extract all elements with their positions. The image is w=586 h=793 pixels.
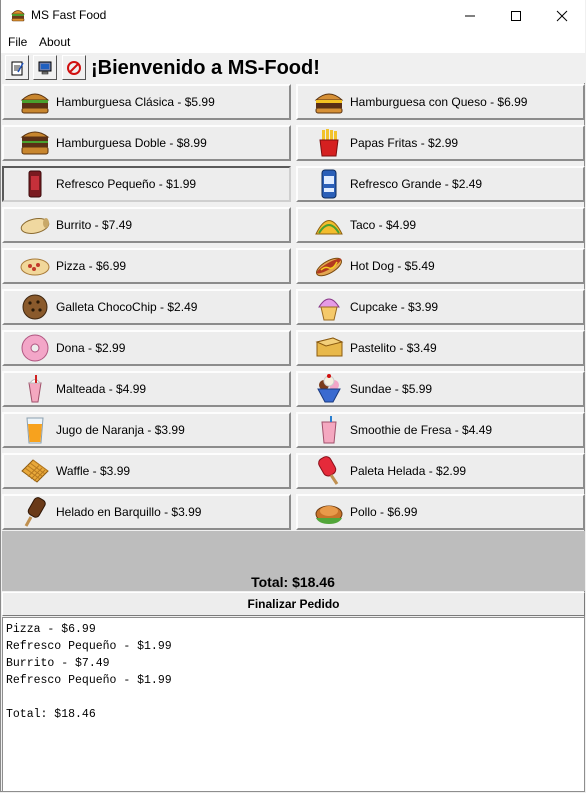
waffle-icon <box>18 455 52 487</box>
menu-item-button[interactable]: Burrito - $7.49 <box>2 207 291 243</box>
chicken-icon <box>312 496 346 528</box>
receipt-line: Pizza - $6.99 <box>6 623 96 636</box>
menu-item-button[interactable]: Jugo de Naranja - $3.99 <box>2 412 291 448</box>
receipt-line: Burrito - $7.49 <box>6 657 110 670</box>
finalize-order-button[interactable]: Finalizar Pedido <box>2 592 585 616</box>
receipt-line: Total: $18.46 <box>6 708 96 721</box>
menu-item-label: Waffle - $3.99 <box>56 464 131 478</box>
menu-item-label: Pizza - $6.99 <box>56 259 127 273</box>
notepad-icon <box>11 61 24 75</box>
receipt-line: Refresco Pequeño - $1.99 <box>6 640 172 653</box>
menu-item-label: Burrito - $7.49 <box>56 218 133 232</box>
menu-item-button[interactable]: Hamburguesa Doble - $8.99 <box>2 125 291 161</box>
double-burger-icon <box>18 127 52 159</box>
hotdog-icon <box>312 250 346 282</box>
menu-item-label: Pastelito - $3.49 <box>350 341 437 355</box>
menu-item-button[interactable]: Malteada - $4.99 <box>2 371 291 407</box>
welcome-title: ¡Bienvenido a MS-Food! <box>91 57 320 79</box>
cake-icon <box>312 332 346 364</box>
menu-item-button[interactable]: Paleta Helada - $2.99 <box>296 453 585 489</box>
menu-item-button[interactable]: Taco - $4.99 <box>296 207 585 243</box>
soda-small-icon <box>18 168 52 200</box>
menu-item-label: Hamburguesa Doble - $8.99 <box>56 136 207 150</box>
menu-item-button[interactable]: Sundae - $5.99 <box>296 371 585 407</box>
taco-icon <box>312 209 346 241</box>
cheeseburger-icon <box>312 86 346 118</box>
ice-cream-bar-icon <box>18 496 52 528</box>
menu-item-label: Taco - $4.99 <box>350 218 417 232</box>
close-icon <box>556 10 568 21</box>
cookie-icon <box>18 291 52 323</box>
menu-item-button[interactable]: Cupcake - $3.99 <box>296 289 585 325</box>
sundae-icon <box>312 373 346 405</box>
menu-item-button[interactable]: Dona - $2.99 <box>2 330 291 366</box>
menu-item-label: Dona - $2.99 <box>56 341 126 355</box>
soda-large-icon <box>312 168 346 200</box>
menu-item-label: Jugo de Naranja - $3.99 <box>56 423 185 437</box>
order-receipt[interactable]: Pizza - $6.99 Refresco Pequeño - $1.99 B… <box>2 617 585 792</box>
menu-item-button[interactable]: Pollo - $6.99 <box>296 494 585 530</box>
menu-item-button[interactable]: Pizza - $6.99 <box>2 248 291 284</box>
menu-item-label: Sundae - $5.99 <box>350 382 433 396</box>
menu-about[interactable]: About <box>39 35 70 49</box>
menu-item-button[interactable]: Papas Fritas - $2.99 <box>296 125 585 161</box>
menu-item-button[interactable]: Waffle - $3.99 <box>2 453 291 489</box>
smoothie-icon <box>312 414 346 446</box>
popsicle-icon <box>312 455 346 487</box>
prohibited-icon <box>67 60 81 75</box>
cupcake-icon <box>312 291 346 323</box>
receipt-line <box>6 689 581 706</box>
milkshake-icon <box>18 373 52 405</box>
menu-item-label: Refresco Pequeño - $1.99 <box>56 177 197 191</box>
burger-app-icon <box>11 10 25 22</box>
pizza-icon <box>18 250 52 282</box>
cancel-order-button[interactable] <box>62 55 86 80</box>
minimize-icon <box>465 15 475 16</box>
menu-item-label: Hamburguesa Clásica - $5.99 <box>56 95 215 109</box>
receipt-line: Refresco Pequeño - $1.99 <box>6 674 172 687</box>
menu-item-button[interactable]: Refresco Grande - $2.49 <box>296 166 585 202</box>
notepad-button[interactable] <box>5 55 29 80</box>
menu-item-label: Papas Fritas - $2.99 <box>350 136 459 150</box>
total-label: Total: $18.46 <box>251 574 335 590</box>
computer-button[interactable] <box>33 55 57 80</box>
menu-item-button[interactable]: Hot Dog - $5.49 <box>296 248 585 284</box>
burrito-icon <box>18 209 52 241</box>
close-button[interactable] <box>539 0 585 31</box>
burger-icon <box>18 86 52 118</box>
menu-item-button[interactable]: Smoothie de Fresa - $4.49 <box>296 412 585 448</box>
menu-item-button[interactable]: Pastelito - $3.49 <box>296 330 585 366</box>
menu-item-button[interactable]: Galleta ChocoChip - $2.49 <box>2 289 291 325</box>
title-bar[interactable]: MS Fast Food <box>1 0 585 31</box>
menu-item-label: Helado en Barquillo - $3.99 <box>56 505 202 519</box>
menu-item-label: Paleta Helada - $2.99 <box>350 464 467 478</box>
menu-item-button[interactable]: Helado en Barquillo - $3.99 <box>2 494 291 530</box>
menu-item-label: Malteada - $4.99 <box>56 382 147 396</box>
menu-bar <box>1 31 585 53</box>
app-window: MS Fast Food File About ¡Bienvenido a MS… <box>0 0 585 792</box>
menu-item-label: Galleta ChocoChip - $2.49 <box>56 300 198 314</box>
fries-icon <box>312 127 346 159</box>
menu-item-label: Hamburguesa con Queso - $6.99 <box>350 95 528 109</box>
menu-item-button[interactable]: Refresco Pequeño - $1.99 <box>2 166 291 202</box>
computer-icon <box>38 61 52 74</box>
menu-file[interactable]: File <box>8 35 27 49</box>
minimize-button[interactable] <box>447 0 493 31</box>
menu-item-button[interactable]: Hamburguesa Clásica - $5.99 <box>2 84 291 120</box>
menu-item-label: Smoothie de Fresa - $4.49 <box>350 423 493 437</box>
donut-icon <box>18 332 52 364</box>
menu-item-label: Cupcake - $3.99 <box>350 300 439 314</box>
menu-item-label: Hot Dog - $5.49 <box>350 259 435 273</box>
maximize-icon <box>511 10 521 21</box>
menu-item-button[interactable]: Hamburguesa con Queso - $6.99 <box>296 84 585 120</box>
orange-juice-icon <box>18 414 52 446</box>
window-title: MS Fast Food <box>31 8 107 22</box>
maximize-button[interactable] <box>493 0 539 31</box>
menu-item-label: Pollo - $6.99 <box>350 505 418 519</box>
menu-item-label: Refresco Grande - $2.49 <box>350 177 483 191</box>
